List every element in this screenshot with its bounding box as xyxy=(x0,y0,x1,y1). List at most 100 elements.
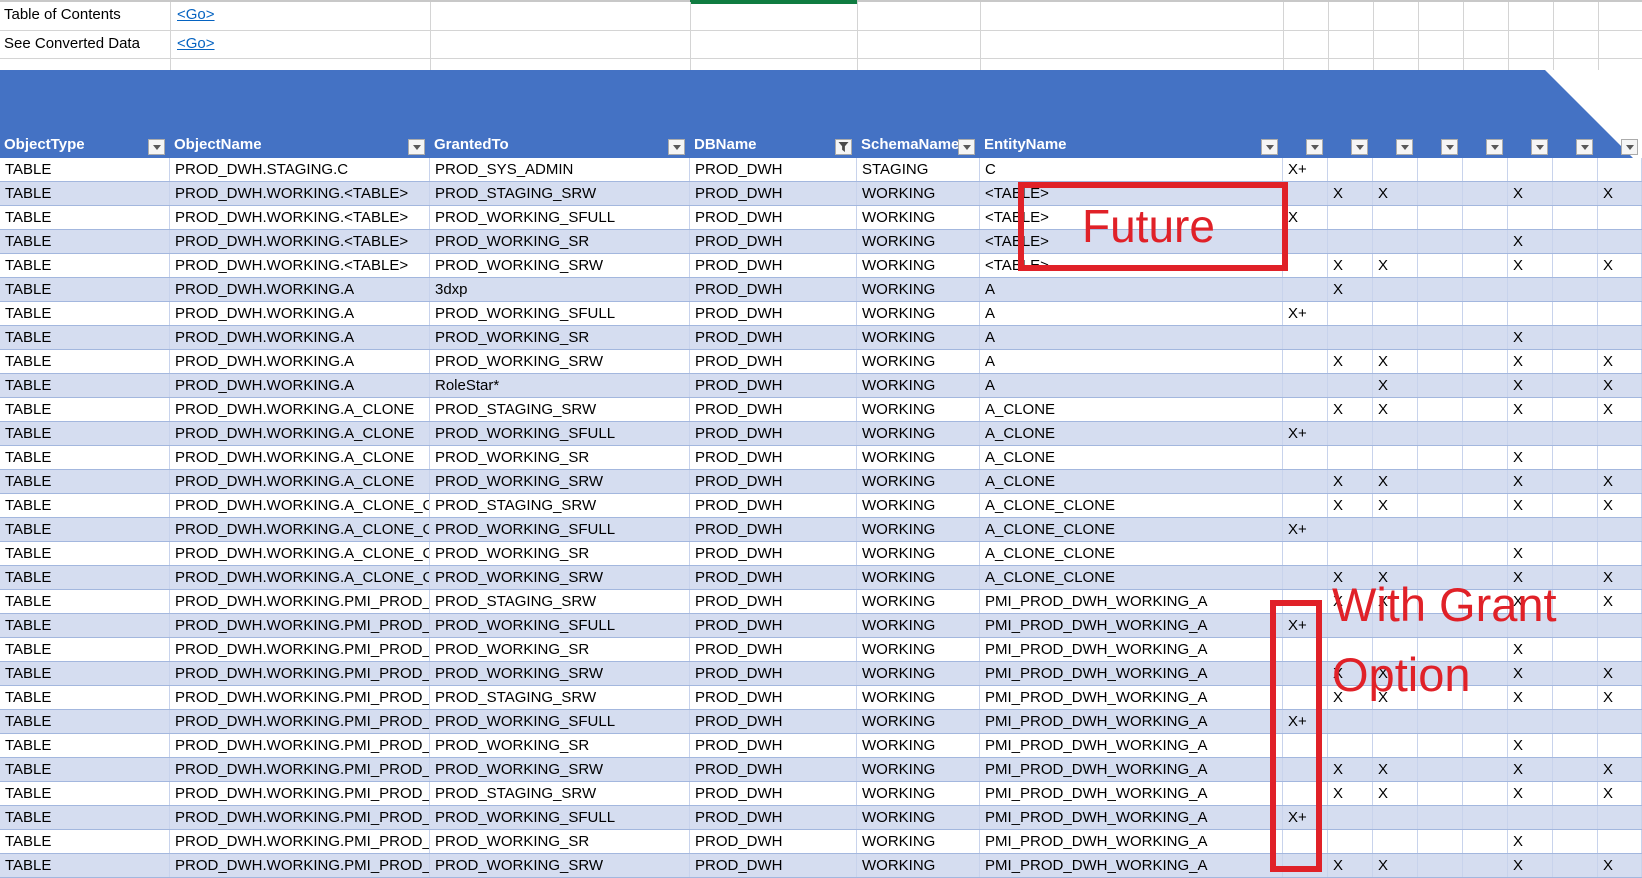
cell-grant-insert[interactable] xyxy=(1373,422,1418,445)
cell-db[interactable]: PROD_DWH xyxy=(690,470,857,493)
cell-grant-truncate[interactable] xyxy=(1553,326,1598,349)
cell-db[interactable]: PROD_DWH xyxy=(690,734,857,757)
cell-grant-references[interactable] xyxy=(1463,734,1508,757)
cell-db[interactable]: PROD_DWH xyxy=(690,350,857,373)
cell-grant-truncate[interactable] xyxy=(1553,566,1598,589)
cell-schema[interactable]: WORKING xyxy=(857,686,980,709)
cell-grant-update[interactable] xyxy=(1598,446,1642,469)
cell-grant-delete[interactable] xyxy=(1328,734,1373,757)
cell-granted[interactable]: PROD_WORKING_SR xyxy=(430,230,690,253)
cell-grant-update[interactable] xyxy=(1598,806,1642,829)
cell-grant-references[interactable] xyxy=(1463,830,1508,853)
cell-entity[interactable]: A xyxy=(980,302,1283,325)
cell-grant-update[interactable]: X xyxy=(1598,686,1642,709)
cell-grant-delete[interactable] xyxy=(1328,326,1373,349)
cell-type[interactable]: TABLE xyxy=(0,758,170,781)
cell-grant-rebuild[interactable] xyxy=(1418,758,1463,781)
cell-grant-select[interactable]: X xyxy=(1508,326,1553,349)
cell-grant-insert[interactable] xyxy=(1373,542,1418,565)
cell-grant-rebuild[interactable] xyxy=(1418,278,1463,301)
cell-type[interactable]: TABLE xyxy=(0,254,170,277)
cell-granted[interactable]: PROD_WORKING_SR xyxy=(430,326,690,349)
cell-grant-select[interactable]: X xyxy=(1508,782,1553,805)
cell-schema[interactable]: WORKING xyxy=(857,734,980,757)
cell-granted[interactable]: PROD_STAGING_SRW xyxy=(430,590,690,613)
cell-db[interactable]: PROD_DWH xyxy=(690,590,857,613)
cell-grant-delete[interactable] xyxy=(1328,374,1373,397)
toc-go-link[interactable]: <Go> xyxy=(177,6,215,23)
cell-db[interactable]: PROD_DWH xyxy=(690,374,857,397)
cell-grant-insert[interactable]: X xyxy=(1373,350,1418,373)
cell-name[interactable]: PROD_DWH.WORKING.PMI_PROD_DWH_WORKING_A xyxy=(170,614,430,637)
cell-grant-rebuild[interactable] xyxy=(1418,374,1463,397)
cell-grant-references[interactable] xyxy=(1463,518,1508,541)
cell-grant-rebuild[interactable] xyxy=(1418,806,1463,829)
cell-grant-rebuild[interactable] xyxy=(1418,206,1463,229)
cell-grant-insert[interactable] xyxy=(1373,734,1418,757)
cell-grant-rebuild[interactable] xyxy=(1418,302,1463,325)
cell-type[interactable]: TABLE xyxy=(0,470,170,493)
cell-grant-ownership[interactable] xyxy=(1283,254,1328,277)
cell-grant-select[interactable]: X xyxy=(1508,542,1553,565)
cell-grant-delete[interactable]: X xyxy=(1328,470,1373,493)
cell-granted[interactable]: 3dxp xyxy=(430,278,690,301)
cell-type[interactable]: TABLE xyxy=(0,518,170,541)
cell-grant-select[interactable] xyxy=(1508,422,1553,445)
cell-grant-delete[interactable] xyxy=(1328,158,1373,181)
cell-grant-update[interactable] xyxy=(1598,542,1642,565)
cell-grant-truncate[interactable] xyxy=(1553,686,1598,709)
cell-db[interactable]: PROD_DWH xyxy=(690,638,857,661)
cell-grant-insert[interactable]: X xyxy=(1373,374,1418,397)
cell-granted[interactable]: RoleStar* xyxy=(430,374,690,397)
cell-entity[interactable]: A_CLONE xyxy=(980,398,1283,421)
cell-entity[interactable]: A xyxy=(980,326,1283,349)
cell-grant-references[interactable] xyxy=(1463,806,1508,829)
cell-grant-select[interactable] xyxy=(1508,302,1553,325)
cell-grant-update[interactable]: X xyxy=(1598,254,1642,277)
filter-dropdown-granted[interactable] xyxy=(668,139,685,155)
cell-grant-ownership[interactable] xyxy=(1283,182,1328,205)
filter-dropdown-rebuild[interactable] xyxy=(1441,139,1458,155)
cell-grant-update[interactable]: X xyxy=(1598,374,1642,397)
cell-granted[interactable]: PROD_STAGING_SRW xyxy=(430,182,690,205)
cell-name[interactable]: PROD_DWH.WORKING.<TABLE> xyxy=(170,206,430,229)
cell-grant-truncate[interactable] xyxy=(1553,446,1598,469)
cell-schema[interactable]: WORKING xyxy=(857,374,980,397)
cell-granted[interactable]: PROD_WORKING_SR xyxy=(430,542,690,565)
cell-db[interactable]: PROD_DWH xyxy=(690,230,857,253)
cell-grant-references[interactable] xyxy=(1463,230,1508,253)
cell-grant-rebuild[interactable] xyxy=(1418,446,1463,469)
cell-grant-truncate[interactable] xyxy=(1553,638,1598,661)
cell-granted[interactable]: PROD_WORKING_SRW xyxy=(430,854,690,877)
cell-schema[interactable]: WORKING xyxy=(857,470,980,493)
cell-grant-references[interactable] xyxy=(1463,398,1508,421)
cell-schema[interactable]: WORKING xyxy=(857,350,980,373)
cell-db[interactable]: PROD_DWH xyxy=(690,254,857,277)
cell-grant-ownership[interactable] xyxy=(1283,446,1328,469)
cell-type[interactable]: TABLE xyxy=(0,542,170,565)
cell-grant-insert[interactable] xyxy=(1373,830,1418,853)
cell-grant-select[interactable] xyxy=(1508,278,1553,301)
cell-grant-insert[interactable] xyxy=(1373,518,1418,541)
cell-grant-insert[interactable] xyxy=(1373,710,1418,733)
cell-type[interactable]: TABLE xyxy=(0,782,170,805)
cell-grant-ownership[interactable] xyxy=(1283,566,1328,589)
cell-grant-truncate[interactable] xyxy=(1553,254,1598,277)
cell-grant-delete[interactable] xyxy=(1328,806,1373,829)
cell-schema[interactable]: WORKING xyxy=(857,398,980,421)
cell-entity[interactable]: PMI_PROD_DWH_WORKING_A xyxy=(980,710,1283,733)
cell-grant-ownership[interactable]: X+ xyxy=(1283,518,1328,541)
cell-grant-update[interactable] xyxy=(1598,518,1642,541)
cell-grant-select[interactable]: X xyxy=(1508,686,1553,709)
cell-type[interactable]: TABLE xyxy=(0,614,170,637)
cell-grant-insert[interactable] xyxy=(1373,158,1418,181)
cell-db[interactable]: PROD_DWH xyxy=(690,518,857,541)
cell-db[interactable]: PROD_DWH xyxy=(690,302,857,325)
cell-entity[interactable]: PMI_PROD_DWH_WORKING_A xyxy=(980,590,1283,613)
filter-dropdown-type[interactable] xyxy=(148,139,165,155)
cell-grant-references[interactable] xyxy=(1463,158,1508,181)
cell-grant-truncate[interactable] xyxy=(1553,854,1598,877)
cell-grant-delete[interactable] xyxy=(1328,230,1373,253)
cell-entity[interactable]: A_CLONE_CLONE xyxy=(980,542,1283,565)
cell-grant-delete[interactable]: X xyxy=(1328,278,1373,301)
